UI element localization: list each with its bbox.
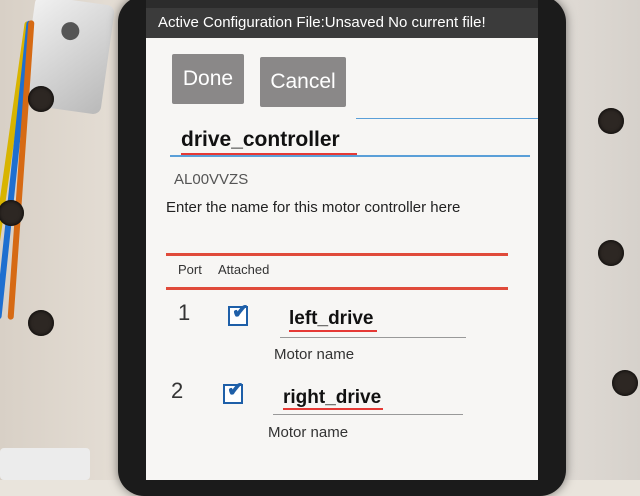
divider — [356, 118, 538, 119]
motor-name-field[interactable]: left_drive — [289, 308, 373, 330]
checkbox-checked-icon: ✔ — [227, 379, 244, 401]
app-screen: Active Configuration File:Unsaved No cur… — [146, 0, 538, 480]
controller-name-field[interactable]: drive_controller — [181, 128, 340, 152]
controller-serial: AL00VVZS — [174, 171, 249, 188]
usb-cable — [0, 448, 90, 480]
motor-name-label: Motor name — [268, 424, 349, 441]
section-divider — [166, 287, 508, 290]
peg-hole — [28, 310, 54, 336]
column-header-port: Port — [178, 262, 202, 277]
controller-name-underline — [170, 155, 530, 157]
column-header-attached: Attached — [218, 262, 270, 277]
peg-hole — [612, 370, 638, 396]
attached-checkbox[interactable]: ✔ — [223, 380, 244, 404]
spellcheck-underline — [289, 330, 377, 332]
spellcheck-underline — [283, 408, 383, 410]
section-divider — [166, 253, 508, 256]
port-number: 1 — [178, 300, 191, 325]
attached-checkbox[interactable]: ✔ — [228, 302, 249, 326]
cancel-button[interactable]: Cancel — [260, 57, 346, 107]
motor-name-underline — [280, 337, 466, 338]
motor-name-underline — [273, 414, 463, 415]
bracket-hole — [60, 20, 81, 42]
peg-hole — [598, 108, 624, 134]
motor-name-label: Motor name — [274, 346, 355, 363]
page-title: Active Configuration File:Unsaved No cur… — [146, 8, 538, 38]
controller-name-hint: Enter the name for this motor controller… — [166, 199, 461, 216]
status-bar — [146, 0, 538, 8]
peg-hole — [28, 86, 54, 112]
peg-hole — [598, 240, 624, 266]
port-number: 2 — [171, 378, 184, 403]
checkbox-checked-icon: ✔ — [232, 301, 249, 323]
motor-name-field[interactable]: right_drive — [283, 387, 381, 409]
done-button[interactable]: Done — [172, 54, 244, 104]
